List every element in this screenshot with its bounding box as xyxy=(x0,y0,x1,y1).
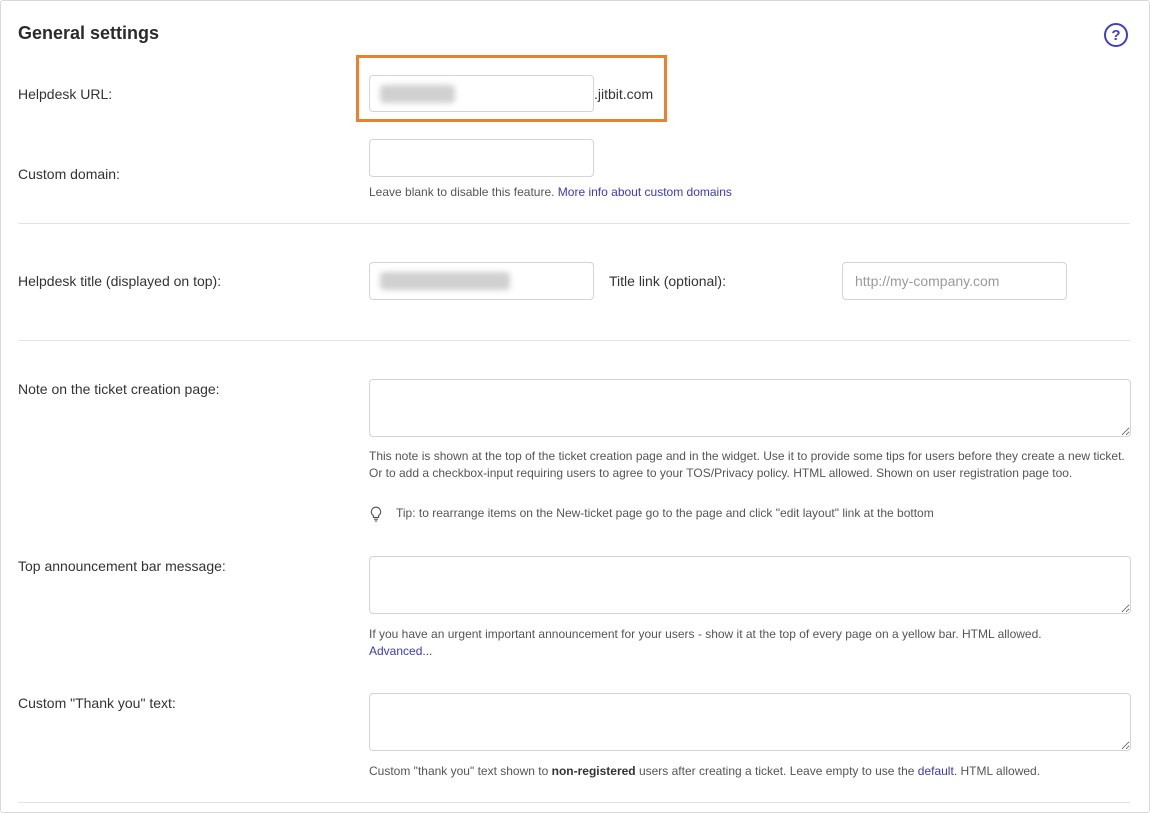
lightbulb-icon xyxy=(370,506,382,522)
question-circle-icon: ? xyxy=(1111,26,1121,44)
title-link-input[interactable] xyxy=(842,262,1067,300)
thank-you-label: Custom "Thank you" text: xyxy=(18,695,176,711)
title-link-label: Title link (optional): xyxy=(609,273,726,289)
thank-you-hint-text: users after creating a ticket. Leave emp… xyxy=(635,764,918,778)
announcement-hint: If you have an urgent important announce… xyxy=(369,627,1042,641)
custom-domain-hint: Leave blank to disable this feature. Mor… xyxy=(369,184,732,201)
divider xyxy=(18,802,1130,803)
divider xyxy=(18,340,1130,341)
divider xyxy=(18,223,1130,224)
note-tip: Tip: to rearrange items on the New-ticke… xyxy=(396,506,934,520)
announcement-textarea[interactable] xyxy=(369,556,1131,614)
helpdesk-title-label: Helpdesk title (displayed on top): xyxy=(18,273,222,289)
thank-you-hint-bold: non-registered xyxy=(551,764,636,778)
announcement-label: Top announcement bar message: xyxy=(18,558,226,574)
helpdesk-url-label: Helpdesk URL: xyxy=(18,86,113,102)
thank-you-hint-text: . HTML allowed. xyxy=(953,764,1041,778)
page-title: General settings xyxy=(18,23,160,43)
thank-you-hint-text: Custom "thank you" text shown to xyxy=(369,764,552,778)
custom-domain-info-link[interactable]: More info about custom domains xyxy=(558,185,732,199)
redacted-value xyxy=(380,85,455,103)
thank-you-textarea[interactable] xyxy=(369,693,1131,751)
advanced-link[interactable]: Advanced... xyxy=(369,644,432,658)
custom-domain-input[interactable] xyxy=(369,139,594,177)
custom-domain-label: Custom domain: xyxy=(18,166,120,182)
thank-you-hint: Custom "thank you" text shown to non-reg… xyxy=(369,763,1040,780)
default-text-link[interactable]: default xyxy=(918,764,954,778)
note-hint: This note is shown at the top of the tic… xyxy=(369,449,1125,480)
redacted-value xyxy=(380,272,510,290)
custom-domain-hint-text: Leave blank to disable this feature. xyxy=(369,185,558,199)
help-button[interactable]: ? xyxy=(1104,23,1128,47)
url-suffix: .jitbit.com xyxy=(594,86,654,102)
note-label: Note on the ticket creation page: xyxy=(18,381,220,397)
note-textarea[interactable] xyxy=(369,379,1131,437)
